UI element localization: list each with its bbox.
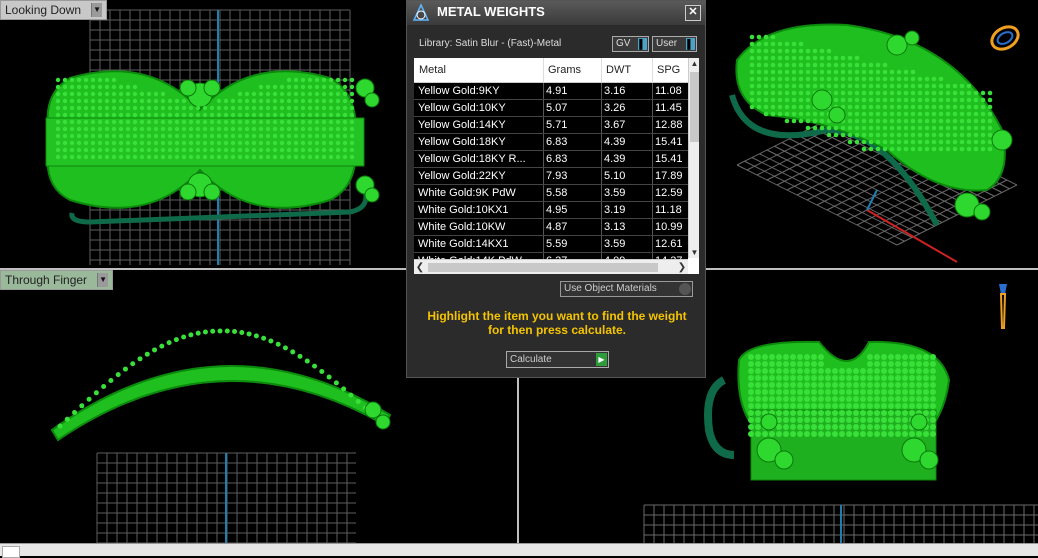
scroll-down-icon[interactable]: ▼ xyxy=(689,247,699,258)
toggle-indicator-icon: ▌ xyxy=(686,38,695,50)
calculate-button[interactable]: Calculate ▶ xyxy=(506,351,609,368)
chevron-down-icon[interactable]: ▼ xyxy=(91,3,103,17)
dwt-cell: 3.59 xyxy=(604,187,626,199)
grams-cell: 5.58 xyxy=(546,187,568,199)
metal-cell: Yellow Gold:9KY xyxy=(418,85,500,97)
table-row[interactable]: Yellow Gold:22KY 7.93 5.10 17.89 xyxy=(414,168,688,185)
metal-weights-dialog[interactable]: METAL WEIGHTS ✕ Library: Satin Blur - (F… xyxy=(406,0,706,378)
close-icon[interactable]: ✕ xyxy=(685,5,701,21)
scroll-thumb[interactable] xyxy=(428,263,658,272)
top-view-model-render xyxy=(45,9,380,265)
toggle-indicator-icon: ▌ xyxy=(638,38,647,50)
instruction-text: Highlight the item you want to find the … xyxy=(417,309,697,337)
dialog-title: METAL WEIGHTS xyxy=(437,4,545,19)
viewport-label-text: Through Finger xyxy=(5,273,88,287)
dwt-cell: 3.26 xyxy=(604,102,626,114)
table-row[interactable]: White Gold:10KW 4.87 3.13 10.99 xyxy=(414,219,688,236)
library-label: Library: Satin Blur - (Fast)-Metal xyxy=(419,38,562,49)
dwt-cell: 4.39 xyxy=(604,153,626,165)
status-bar xyxy=(0,543,1038,558)
viewport-top-left[interactable]: Looking Down ▼ xyxy=(0,0,404,268)
dwt-cell: 3.16 xyxy=(604,85,626,97)
use-object-materials-toggle[interactable]: Use Object Materials xyxy=(560,281,693,297)
grams-cell: 5.59 xyxy=(546,238,568,250)
spg-cell: 17.89 xyxy=(655,170,683,182)
spg-cell: 12.88 xyxy=(655,119,683,131)
spg-cell: 11.08 xyxy=(655,85,682,97)
column-header-spg[interactable]: SPG xyxy=(657,64,680,76)
gv-toggle[interactable]: GV ▌ xyxy=(612,36,649,52)
column-header-grams[interactable]: Grams xyxy=(548,64,581,76)
dwt-cell: 3.67 xyxy=(604,119,626,131)
table-header: Metal Grams DWT SPG xyxy=(414,58,688,83)
app-logo-icon xyxy=(412,3,430,21)
metal-cell: White Gold:9K PdW xyxy=(418,187,516,199)
grams-cell: 6.83 xyxy=(546,153,568,165)
grams-cell: 7.93 xyxy=(546,170,568,182)
table-row[interactable]: White Gold:9K PdW 5.58 3.59 12.59 xyxy=(414,185,688,202)
table-row[interactable]: Yellow Gold:14KY 5.71 3.67 12.88 xyxy=(414,117,688,134)
metal-cell: Yellow Gold:18KY xyxy=(418,136,506,148)
metal-cell: White Gold:10KW xyxy=(418,221,506,233)
metal-cell: White Gold:14KX1 xyxy=(418,238,509,250)
chevron-down-icon[interactable]: ▼ xyxy=(97,273,109,287)
spg-cell: 15.41 xyxy=(655,136,683,148)
spg-cell: 12.59 xyxy=(655,187,683,199)
dwt-cell: 3.59 xyxy=(604,238,626,250)
column-header-dwt[interactable]: DWT xyxy=(606,64,631,76)
ring-orientation-icon[interactable] xyxy=(985,18,1025,58)
grams-cell: 4.95 xyxy=(546,204,568,216)
instruction-line-1: Highlight the item you want to find the … xyxy=(427,309,687,323)
scroll-left-icon[interactable]: ❮ xyxy=(414,260,426,274)
metal-cell: Yellow Gold:18KY R... xyxy=(418,153,526,165)
viewport-top-right[interactable] xyxy=(707,0,1038,268)
grams-cell: 4.87 xyxy=(546,221,568,233)
table-row[interactable]: Yellow Gold:18KY 6.83 4.39 15.41 xyxy=(414,134,688,151)
table-row[interactable]: Yellow Gold:9KY 4.91 3.16 11.08 xyxy=(414,83,688,100)
grams-cell: 5.07 xyxy=(546,102,568,114)
table-row[interactable]: Yellow Gold:10KY 5.07 3.26 11.45 xyxy=(414,100,688,117)
instruction-line-2: for then press calculate. xyxy=(487,323,627,337)
dialog-title-bar[interactable]: METAL WEIGHTS ✕ xyxy=(407,1,705,25)
table-body: Yellow Gold:9KY 4.91 3.16 11.08 Yellow Gold:… xyxy=(414,83,688,270)
grams-cell: 6.83 xyxy=(546,136,568,148)
spg-cell: 11.45 xyxy=(655,102,682,114)
status-icon xyxy=(2,546,20,558)
table-row[interactable]: Yellow Gold:18KY R... 6.83 4.39 15.41 xyxy=(414,151,688,168)
spg-cell: 12.61 xyxy=(655,238,683,250)
spg-cell: 10.99 xyxy=(655,221,683,233)
dwt-cell: 3.13 xyxy=(604,221,626,233)
use-object-materials-label: Use Object Materials xyxy=(564,283,657,294)
spg-cell: 11.18 xyxy=(655,204,682,216)
calculate-label: Calculate xyxy=(510,354,552,365)
grams-cell: 5.71 xyxy=(546,119,568,131)
metal-cell: Yellow Gold:14KY xyxy=(418,119,506,131)
table-row[interactable]: White Gold:10KX1 4.95 3.19 11.18 xyxy=(414,202,688,219)
user-toggle[interactable]: User ▌ xyxy=(652,36,697,52)
metal-cell: Yellow Gold:22KY xyxy=(418,170,506,182)
gv-toggle-label: GV xyxy=(616,38,631,49)
metal-cell: Yellow Gold:10KY xyxy=(418,102,506,114)
grams-cell: 4.91 xyxy=(546,85,568,97)
play-icon: ▶ xyxy=(596,353,607,366)
metal-weights-table[interactable]: Metal Grams DWT SPG Yellow Gold:9KY 4.91 3… xyxy=(414,58,699,274)
horizontal-scrollbar[interactable]: ❮ ❯ xyxy=(414,259,688,274)
viewport-label-text: Looking Down xyxy=(5,3,82,17)
viewport-label-looking-down[interactable]: Looking Down ▼ xyxy=(0,0,108,20)
table-row[interactable]: White Gold:14KX1 5.59 3.59 12.61 xyxy=(414,236,688,253)
metal-cell: White Gold:10KX1 xyxy=(418,204,509,216)
dwt-cell: 3.19 xyxy=(604,204,626,216)
scroll-thumb[interactable] xyxy=(690,72,699,142)
user-toggle-label: User xyxy=(656,38,678,49)
scroll-up-icon[interactable]: ▲ xyxy=(689,58,699,69)
spg-cell: 15.41 xyxy=(655,153,683,165)
ring-side-orientation-icon[interactable] xyxy=(993,280,1013,332)
dwt-cell: 4.39 xyxy=(604,136,626,148)
scroll-right-icon[interactable]: ❯ xyxy=(676,260,688,274)
toggle-indicator-icon xyxy=(679,283,691,295)
dwt-cell: 5.10 xyxy=(604,170,626,182)
vertical-scrollbar[interactable]: ▲ ▼ xyxy=(688,58,699,258)
viewport-label-through-finger[interactable]: Through Finger ▼ xyxy=(0,270,114,290)
column-header-metal[interactable]: Metal xyxy=(419,64,446,76)
